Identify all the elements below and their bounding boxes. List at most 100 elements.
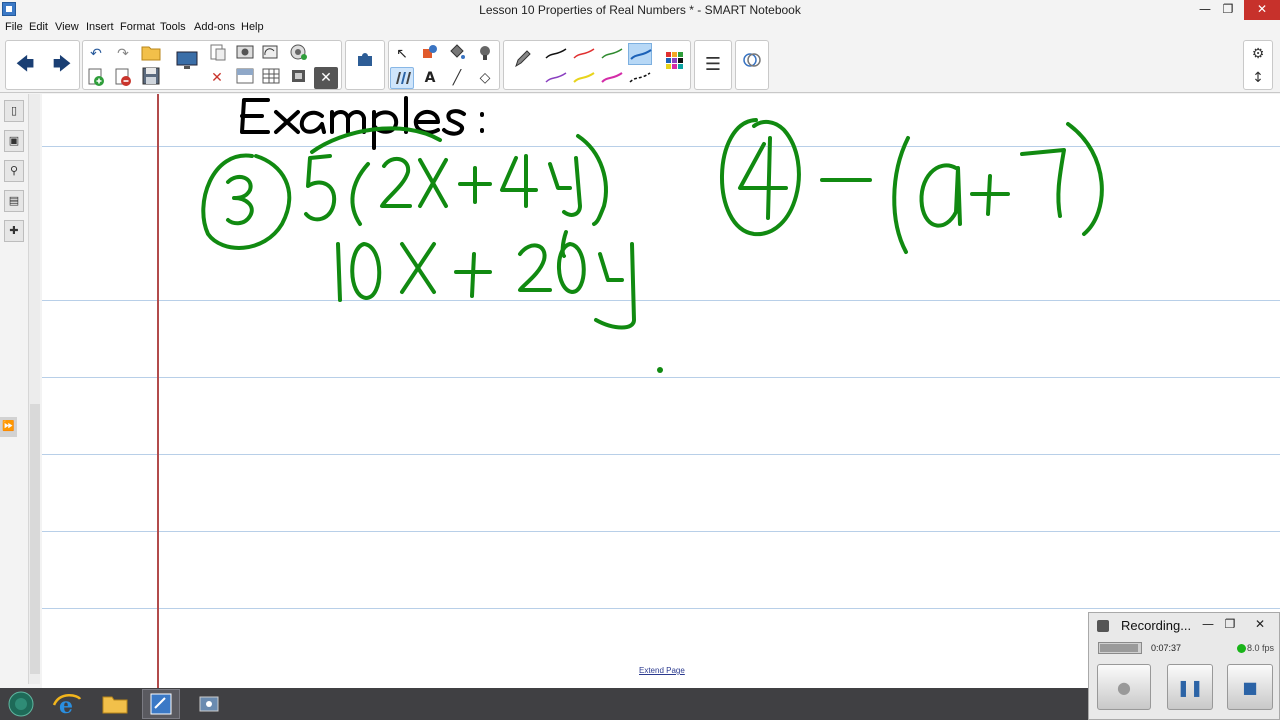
eraser-icon[interactable]: ◇ [473,67,497,89]
audio-level-fill [1100,644,1138,652]
record-circle-icon: ● [1117,678,1131,697]
back-arrow-icon[interactable]: 🡄 [9,43,41,87]
recorder-close-button[interactable]: ✕ [1249,614,1271,634]
addons-tab-icon[interactable]: ✚ [4,220,24,242]
close-button[interactable]: ✕ [1244,0,1280,20]
recording-title: Recording... [1121,618,1192,633]
pen-type-icon[interactable] [506,43,538,87]
side-panel: ▯ ▣ ⚲ ▤ ✚ ⏩ [0,94,42,688]
internet-explorer-icon[interactable]: e [48,689,86,719]
open-file-icon[interactable] [139,43,163,65]
pen-style-blue-icon[interactable] [628,43,652,65]
select-pointer-icon[interactable]: ↖ [390,43,414,65]
ink-dot [657,367,663,373]
pen-style-red-icon[interactable] [572,43,596,65]
delete-page-icon[interactable] [111,67,135,89]
menu-format[interactable]: Format [120,21,155,33]
color-palette-icon[interactable] [658,43,690,87]
fps-status-icon [1237,644,1246,653]
page-recorder-icon[interactable] [259,43,283,65]
menu-add-ons[interactable]: Add-ons [194,21,235,33]
menu-insert[interactable]: Insert [86,21,114,33]
menu-file[interactable]: File [5,21,23,33]
properties-tab-icon[interactable]: ▤ [4,190,24,212]
pen-style-magenta-icon[interactable] [600,67,624,89]
stop-icon: ■ [1242,678,1258,697]
undo-icon[interactable]: ↶ [84,43,108,65]
attachments-tab-icon[interactable]: ⚲ [4,160,24,182]
pen-style-black-icon[interactable] [544,43,568,65]
add-page-icon[interactable] [84,67,108,89]
recording-fps: 8.0 fps [1247,643,1275,653]
page-sorter-tab-icon[interactable]: ▯ [4,100,24,122]
recorder-camera-icon [1097,620,1109,632]
extend-page-link[interactable]: Extend Page [639,666,685,675]
recorder-maximize-button[interactable]: ❐ [1219,614,1241,634]
text-icon[interactable]: A [418,67,442,89]
move-toolbar-icon[interactable]: ↕ [1246,67,1270,89]
table-icon[interactable] [259,67,283,89]
forward-arrow-icon[interactable]: 🡆 [46,43,78,87]
toolbar-tools-group: ↖ A ╱ ◇ [388,40,500,90]
restore-button[interactable]: ❐ [1215,0,1241,20]
side-scrollbar-thumb[interactable] [30,404,40,674]
math-examples-ink [201,118,1104,330]
pen-style-dashed-icon[interactable] [628,67,652,89]
magic-pen-icon[interactable] [473,43,497,65]
pen-style-yellow-icon[interactable] [572,67,596,89]
recording-time: 0:07:37 [1151,643,1182,653]
toolbar-pen-styles-group [503,40,691,90]
expand-panel-icon[interactable]: ⏩ [0,417,17,437]
pens-icon[interactable] [390,67,414,89]
pause-button[interactable]: ❚❚ [1167,664,1213,710]
close-file-icon[interactable]: ✕ [314,67,338,89]
pen-style-purple-icon[interactable] [544,67,568,89]
recording-widget: Recording... — ❐ ✕ 0:07:37 8.0 fps ● ❚❚ … [1088,612,1280,720]
line-properties-icon[interactable]: ☰ [697,43,729,87]
delete-icon[interactable]: ✕ [205,67,229,89]
screen-capture-icon[interactable] [233,43,257,65]
toolbar-properties-group: ☰ [694,40,732,90]
line-icon[interactable]: ╱ [445,67,469,89]
recorder-taskbar-icon[interactable] [190,689,228,719]
record-button[interactable]: ● [1097,664,1151,710]
display-screen-icon[interactable] [171,43,203,87]
notebook-page-canvas[interactable]: Extend Page [42,94,1280,688]
smart-notebook-taskbar-icon[interactable] [142,689,180,719]
side-scrollbar[interactable] [28,94,40,684]
document-camera-icon[interactable] [287,43,311,65]
stop-button[interactable]: ■ [1227,664,1273,710]
toolbar-page-group: ↶ ↷ ✕ ✕ [82,40,342,90]
pen-style-green-icon[interactable] [600,43,624,65]
file-explorer-icon[interactable] [96,689,134,719]
pause-icon: ❚❚ [1176,678,1204,697]
start-button-icon[interactable] [2,689,40,719]
smart-notebook-window: Lesson 10 Properties of Real Numbers * -… [0,0,1280,720]
handwriting-ink [201,96,1104,373]
fill-bucket-icon[interactable] [445,43,469,65]
window-title: Lesson 10 Properties of Real Numbers * -… [479,3,801,17]
toolbar-navigation-group: 🡄 🡆 [5,40,80,90]
gear-icon[interactable]: ⚙ [1246,43,1270,65]
puzzle-addons-icon[interactable] [349,43,381,87]
insert-gallery-icon[interactable] [287,67,311,89]
object-animation-icon[interactable] [736,43,768,87]
save-icon[interactable] [139,67,163,89]
toolbar-addons-group [345,40,385,90]
redo-icon[interactable]: ↷ [111,43,135,65]
toolbar-settings-group: ⚙ ↕ [1243,40,1273,90]
shapes-icon[interactable] [418,43,442,65]
toolbar: 🡄 🡆 ↶ ↷ ✕ ✕ ↖ A ╱ ◇ ☰ ⚙ ↕ [0,37,1280,93]
recorder-minimize-button[interactable]: — [1197,614,1219,634]
examples-heading-ink [240,96,484,150]
menu-bar: File Edit View Insert Format Tools Add-o… [0,20,1280,37]
title-bar: Lesson 10 Properties of Real Numbers * -… [0,0,1280,20]
screen-shade-icon[interactable] [233,67,257,89]
menu-view[interactable]: View [55,21,79,33]
paste-icon[interactable] [205,43,229,65]
gallery-tab-icon[interactable]: ▣ [4,130,24,152]
menu-edit[interactable]: Edit [29,21,48,33]
menu-help[interactable]: Help [241,21,264,33]
menu-tools[interactable]: Tools [160,21,186,33]
audio-level-meter [1098,642,1142,654]
